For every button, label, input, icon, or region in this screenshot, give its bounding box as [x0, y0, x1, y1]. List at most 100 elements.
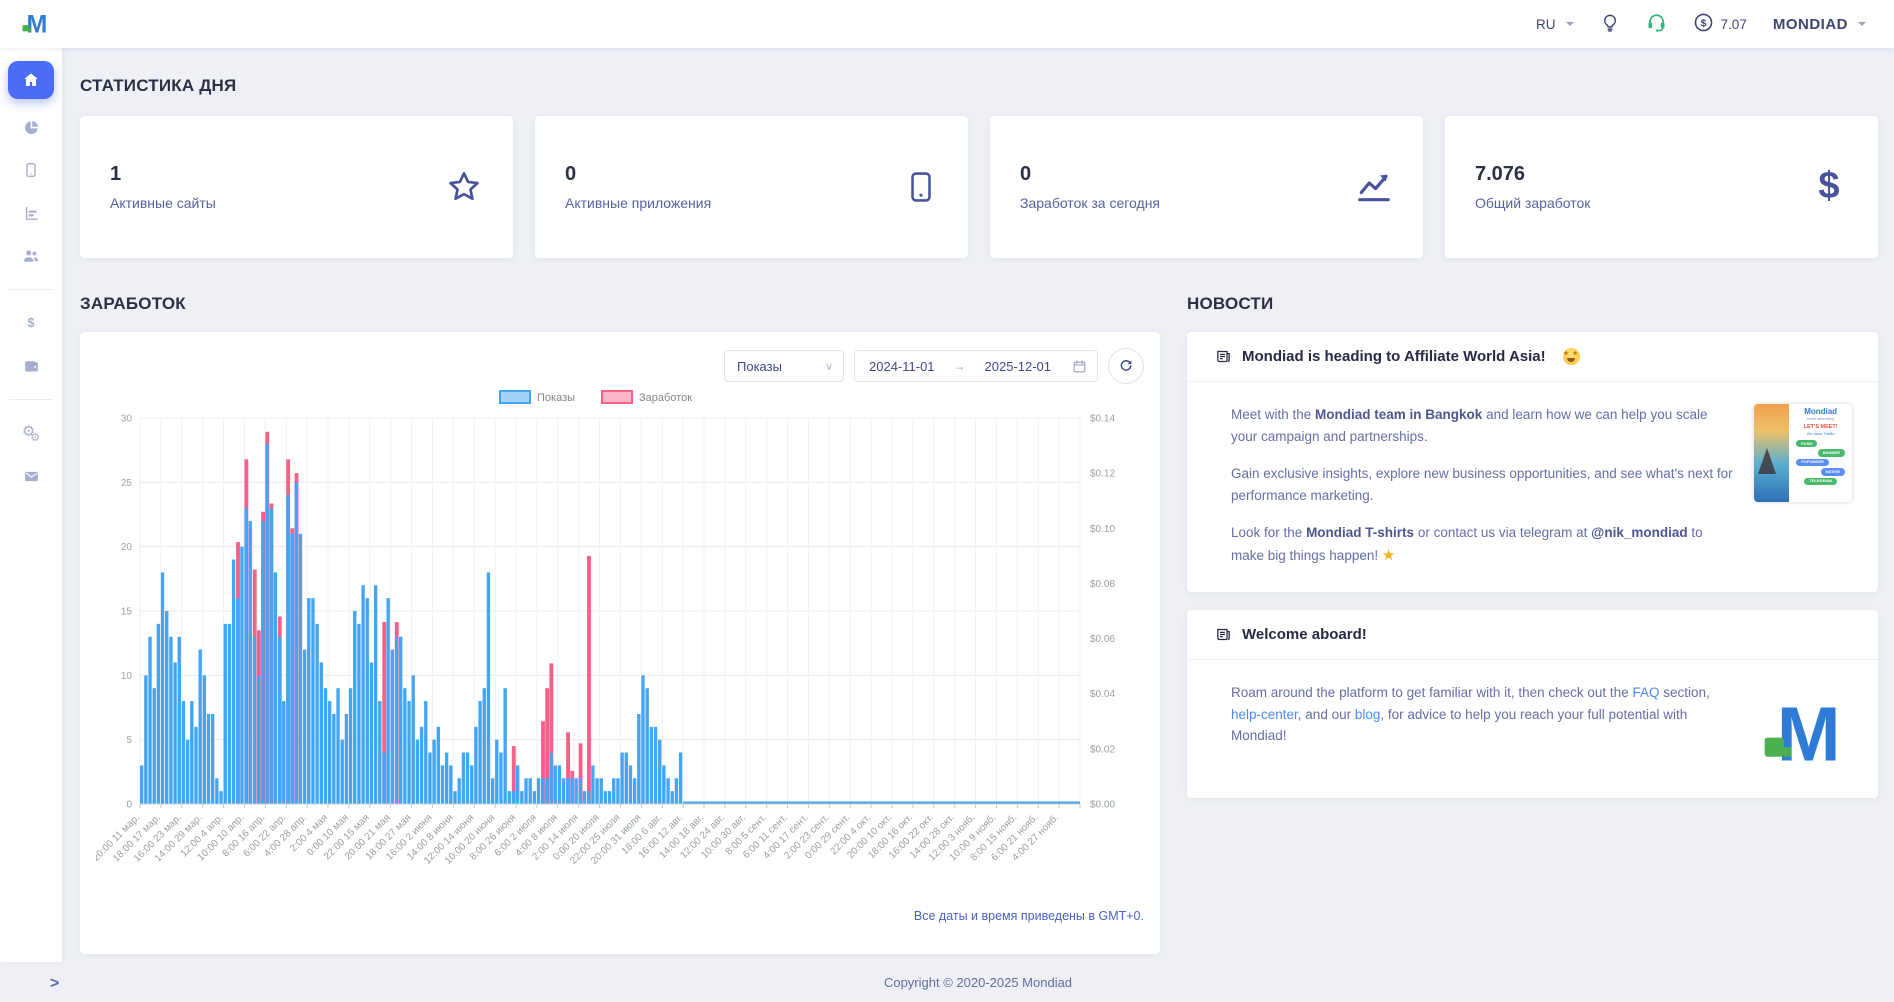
stat-value: 0	[565, 163, 711, 186]
svg-text:$0.14: $0.14	[1090, 414, 1115, 425]
gears-icon: ⚙⚙	[22, 423, 40, 444]
format-badge: POPUNDER	[1796, 459, 1829, 466]
earnings-chart: 05101520253020:00 11 мар.18:00 17 мар.16…	[80, 388, 1160, 909]
svg-text:$0.06: $0.06	[1090, 634, 1115, 645]
language-selector[interactable]: RU	[1536, 17, 1574, 32]
chevron-down-icon: ∨	[825, 360, 833, 373]
sidebar-item-home[interactable]	[8, 61, 54, 99]
sidebar-item-wallet[interactable]	[8, 346, 54, 386]
svg-text:$: $	[1700, 17, 1706, 29]
svg-text:$: $	[1818, 168, 1839, 206]
chevron-down-icon	[1858, 22, 1866, 26]
stat-value: 1	[110, 163, 216, 186]
bold-text: @nik_mondiad	[1591, 525, 1687, 540]
svg-text:Показы: Показы	[537, 392, 575, 404]
sidebar-item-mobile[interactable]	[8, 150, 54, 190]
stat-label: Активные сайты	[110, 195, 216, 211]
mobile-big-icon	[904, 170, 938, 204]
svg-text:$0.04: $0.04	[1090, 689, 1115, 700]
chart-line-icon	[1355, 168, 1393, 206]
inline-link[interactable]: FAQ	[1632, 685, 1659, 700]
balance-value: 7.07	[1721, 17, 1747, 32]
main-content: СТАТИСТИКА ДНЯ 1Активные сайты0Активные …	[62, 48, 1894, 962]
svg-text:5: 5	[126, 735, 132, 746]
sidebar-item-users[interactable]	[8, 236, 54, 276]
stat-label: Заработок за сегодня	[1020, 195, 1160, 211]
bangkok-photo	[1754, 404, 1789, 502]
news-thumbnail-bangkok-promo[interactable]: Mondiadsmart advertisingLET'S MEET!We ha…	[1754, 404, 1852, 502]
sidebar-item-pie-chart[interactable]	[8, 107, 54, 147]
top-navbar: M RU $ 7.07 MONDIAD	[0, 0, 1894, 48]
stat-card: 7.076Общий заработок$	[1445, 116, 1878, 258]
svg-text:M: M	[1777, 693, 1841, 774]
dollar-icon: $	[23, 315, 39, 331]
sidebar-expand-toggle[interactable]: >	[50, 975, 59, 993]
app-logo[interactable]: M	[20, 7, 50, 42]
news-card: Welcome aboard! Roam around the platform …	[1187, 610, 1878, 798]
svg-text:30: 30	[121, 414, 133, 425]
star-struck-emoji	[1563, 348, 1580, 365]
metric-select-value: Показы	[737, 359, 782, 374]
language-label: RU	[1536, 17, 1556, 32]
users-icon	[22, 247, 40, 265]
news-card-body: Roam around the platform to get familiar…	[1187, 660, 1878, 798]
sidebar-item-envelope[interactable]	[8, 456, 54, 496]
svg-text:0: 0	[126, 800, 132, 811]
chart-controls: Показы ∨ 2024-11-01 → 2025-12-01	[80, 348, 1160, 384]
sidebar-item-gears[interactable]: ⚙⚙	[8, 413, 54, 453]
copyright-text: Copyright © 2020-2025 Mondiad	[884, 975, 1072, 990]
envelope-icon	[23, 468, 40, 485]
bold-text: Mondiad team in Bangkok	[1315, 407, 1482, 422]
news-title: Welcome aboard!	[1242, 626, 1367, 643]
star-emoji: ★	[1382, 547, 1395, 564]
svg-text:$0.02: $0.02	[1090, 744, 1115, 755]
news-title: Mondiad is heading to Affiliate World As…	[1242, 348, 1546, 365]
svg-text:20: 20	[121, 542, 133, 553]
balance-indicator[interactable]: $ 7.07	[1693, 12, 1747, 36]
svg-text:$0.08: $0.08	[1090, 579, 1115, 590]
news-card-header: Mondiad is heading to Affiliate World As…	[1187, 332, 1878, 382]
date-from-value: 2024-11-01	[869, 359, 935, 374]
arrow-right-icon: →	[954, 359, 966, 373]
wallet-icon	[23, 358, 40, 375]
sidebar-item-bar-chart[interactable]	[8, 193, 54, 233]
sidebar-divider	[9, 289, 53, 290]
bold-text: Mondiad T-shirts	[1306, 525, 1414, 540]
svg-text:Заработок: Заработок	[639, 392, 692, 404]
inline-link[interactable]: blog	[1355, 707, 1381, 722]
mondiad-logo: M	[1754, 682, 1852, 774]
stat-label: Общий заработок	[1475, 195, 1590, 211]
account-menu[interactable]: MONDIAD	[1773, 16, 1866, 33]
stat-value: 0	[1020, 163, 1160, 186]
mobile-icon	[23, 162, 39, 178]
format-badge: TELEGRAM	[1804, 478, 1836, 485]
svg-text:$0.00: $0.00	[1090, 800, 1115, 811]
chevron-down-icon	[1566, 22, 1574, 26]
earnings-panel: Показы ∨ 2024-11-01 → 2025-12-01 0510152…	[80, 332, 1160, 954]
hints-button[interactable]	[1600, 13, 1620, 36]
news-text: Meet with the Mondiad team in Bangkok an…	[1231, 404, 1736, 568]
sidebar-item-dollar[interactable]: $	[8, 303, 54, 343]
calendar-icon	[1072, 359, 1087, 374]
sidebar-divider	[9, 399, 53, 400]
star-icon	[445, 168, 483, 206]
svg-text:10: 10	[121, 671, 133, 682]
refresh-button[interactable]	[1108, 348, 1144, 384]
format-badge: BANNER	[1818, 449, 1845, 456]
inline-link[interactable]: help-center	[1231, 707, 1298, 722]
metric-select[interactable]: Показы ∨	[724, 350, 844, 382]
newspaper-icon	[1215, 626, 1232, 643]
stat-card: 0Активные приложения	[535, 116, 968, 258]
support-button[interactable]	[1646, 12, 1667, 36]
format-badge: NATIVE	[1821, 468, 1845, 475]
dollar-big-icon: $	[1810, 168, 1848, 206]
account-name: MONDIAD	[1773, 16, 1848, 33]
svg-text:25: 25	[121, 478, 133, 489]
news-section-title: НОВОСТИ	[1187, 294, 1878, 314]
footer: Copyright © 2020-2025 Mondiad	[62, 962, 1894, 1002]
format-badge: PUSH	[1796, 440, 1817, 447]
date-range-input[interactable]: 2024-11-01 → 2025-12-01	[854, 350, 1098, 382]
date-to-value: 2025-12-01	[985, 359, 1052, 374]
headset-icon	[1646, 12, 1667, 36]
bar-chart-icon	[23, 205, 40, 222]
